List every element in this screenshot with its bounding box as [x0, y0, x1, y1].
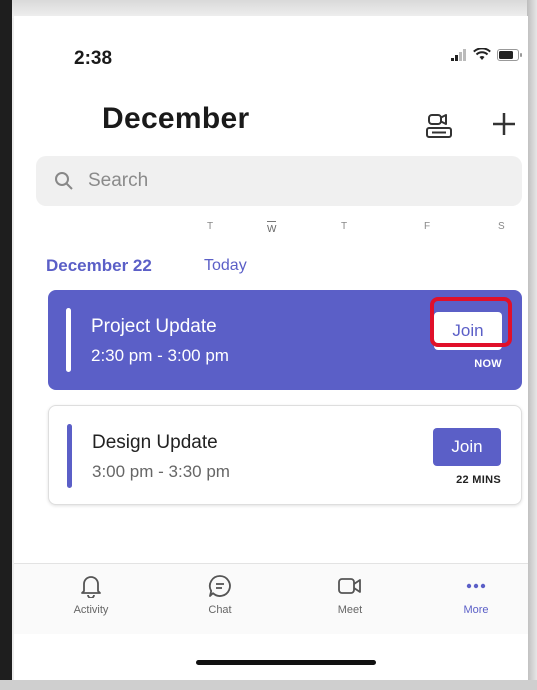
week-strip: T W T F S — [14, 221, 528, 245]
tab-label: Activity — [73, 604, 109, 616]
event-time: 2:30 pm - 3:00 pm — [91, 346, 229, 365]
event-title: Project Update — [91, 316, 217, 337]
add-event-button[interactable] — [484, 104, 524, 144]
battery-icon — [497, 48, 522, 61]
event-card-design-update[interactable]: Design Update 3:00 pm - 3:30 pm Join 22 … — [48, 405, 522, 505]
weekday-label-selected[interactable]: W — [267, 221, 277, 235]
status-icons — [451, 48, 523, 61]
bell-icon — [81, 576, 101, 598]
today-label: Today — [204, 257, 247, 274]
more-icon — [466, 583, 486, 589]
home-indicator[interactable] — [196, 660, 376, 665]
weekday-label[interactable]: S — [498, 221, 505, 232]
window-frame-right — [527, 0, 537, 690]
event-color-bar — [67, 424, 72, 488]
event-title: Design Update — [92, 432, 218, 453]
tab-activity[interactable]: Activity — [51, 574, 131, 616]
join-highlight-box — [430, 297, 512, 347]
tab-meet[interactable]: Meet — [310, 574, 390, 616]
signal-icon — [451, 48, 466, 61]
search-input[interactable] — [86, 169, 490, 193]
tab-label: More — [463, 604, 489, 616]
plus-icon — [493, 113, 515, 135]
meet-now-icon — [426, 114, 452, 138]
meet-now-button[interactable] — [422, 108, 456, 142]
status-time: 2:38 — [74, 48, 113, 69]
tab-label: Chat — [208, 604, 232, 616]
event-color-bar — [66, 308, 71, 372]
window-frame-left — [0, 0, 12, 690]
page-title: December — [102, 102, 250, 135]
join-button[interactable]: Join — [433, 428, 501, 466]
tab-chat[interactable]: Chat — [180, 574, 260, 616]
wifi-icon — [473, 48, 491, 60]
weekday-label[interactable]: T — [207, 221, 213, 232]
weekday-label[interactable]: T — [341, 221, 347, 232]
chat-icon — [208, 575, 231, 597]
video-icon — [338, 578, 361, 594]
event-status: 22 MINS — [456, 474, 501, 486]
phone-screen: 2:38 December Search T W T F S December … — [14, 16, 528, 680]
event-time: 3:00 pm - 3:30 pm — [92, 462, 230, 481]
agenda-date: December 22 — [46, 256, 152, 275]
weekday-label[interactable]: F — [424, 221, 430, 232]
search-bar[interactable] — [36, 156, 522, 206]
tab-label: Meet — [337, 604, 363, 616]
bottom-tab-bar: Activity Chat Meet More — [14, 563, 528, 634]
window-frame-bottom — [0, 680, 537, 690]
event-status: NOW — [474, 358, 502, 370]
tab-more[interactable]: More — [436, 574, 516, 616]
search-icon — [55, 172, 73, 190]
